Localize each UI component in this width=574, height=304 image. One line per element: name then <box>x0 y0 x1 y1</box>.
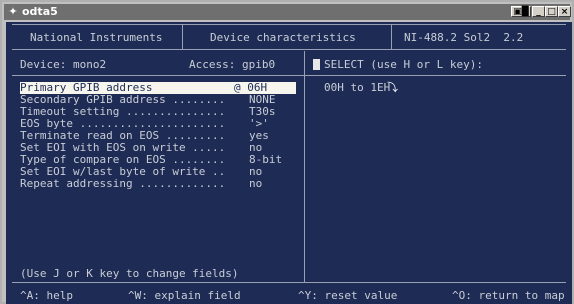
header-divider-line <box>12 49 566 50</box>
maximize-button[interactable]: □ <box>545 6 558 17</box>
select-prompt: SELECT (use H or L key): <box>324 58 483 71</box>
shortcut-reset-value[interactable]: ^Y: reset value <box>298 290 397 302</box>
header-screen-title: Device characteristics <box>210 31 356 44</box>
device-divider-line <box>12 75 566 76</box>
app-icon: ✦ <box>8 5 18 18</box>
shortcut-return-to-map[interactable]: ^O: return to map <box>452 290 565 302</box>
column-separator <box>304 51 305 282</box>
top-border-line <box>12 24 566 25</box>
selection-range: 00H to 1EH <box>324 81 391 94</box>
special-menu-button[interactable]: ▣█ <box>511 6 531 17</box>
access-board: Access: gpib0 <box>189 58 276 71</box>
terminal-screen[interactable]: National Instruments Device characterist… <box>6 22 572 304</box>
minimize-button[interactable]: _ <box>532 6 545 17</box>
field-value-repeat-addressing[interactable]: no <box>249 178 262 190</box>
mouse-pointer-icon: ⤵ <box>387 81 398 94</box>
field-change-hint: (Use J or K key to change fields) <box>20 267 239 280</box>
footer-divider-line <box>12 282 566 283</box>
device-name: Device: mono2 <box>20 58 107 71</box>
header-separator-right <box>391 24 392 49</box>
title-bar[interactable]: ✦ odta5 ▣█ _ □ × <box>4 4 571 20</box>
shortcut-help[interactable]: ^A: help <box>20 290 73 302</box>
field-label-repeat-addressing[interactable]: Repeat addressing ............. <box>20 178 225 190</box>
window-title: odta5 <box>22 5 58 18</box>
header-version: NI-488.2 Sol2 2.2 <box>404 31 524 44</box>
terminal-window: ✦ odta5 ▣█ _ □ × National Instruments De… <box>0 0 574 304</box>
shortcut-explain-field[interactable]: ^W: explain field <box>128 290 241 302</box>
header-separator-left <box>182 24 183 49</box>
text-cursor <box>313 59 320 70</box>
header-vendor: National Instruments <box>30 31 163 44</box>
close-button[interactable]: × <box>558 6 571 17</box>
